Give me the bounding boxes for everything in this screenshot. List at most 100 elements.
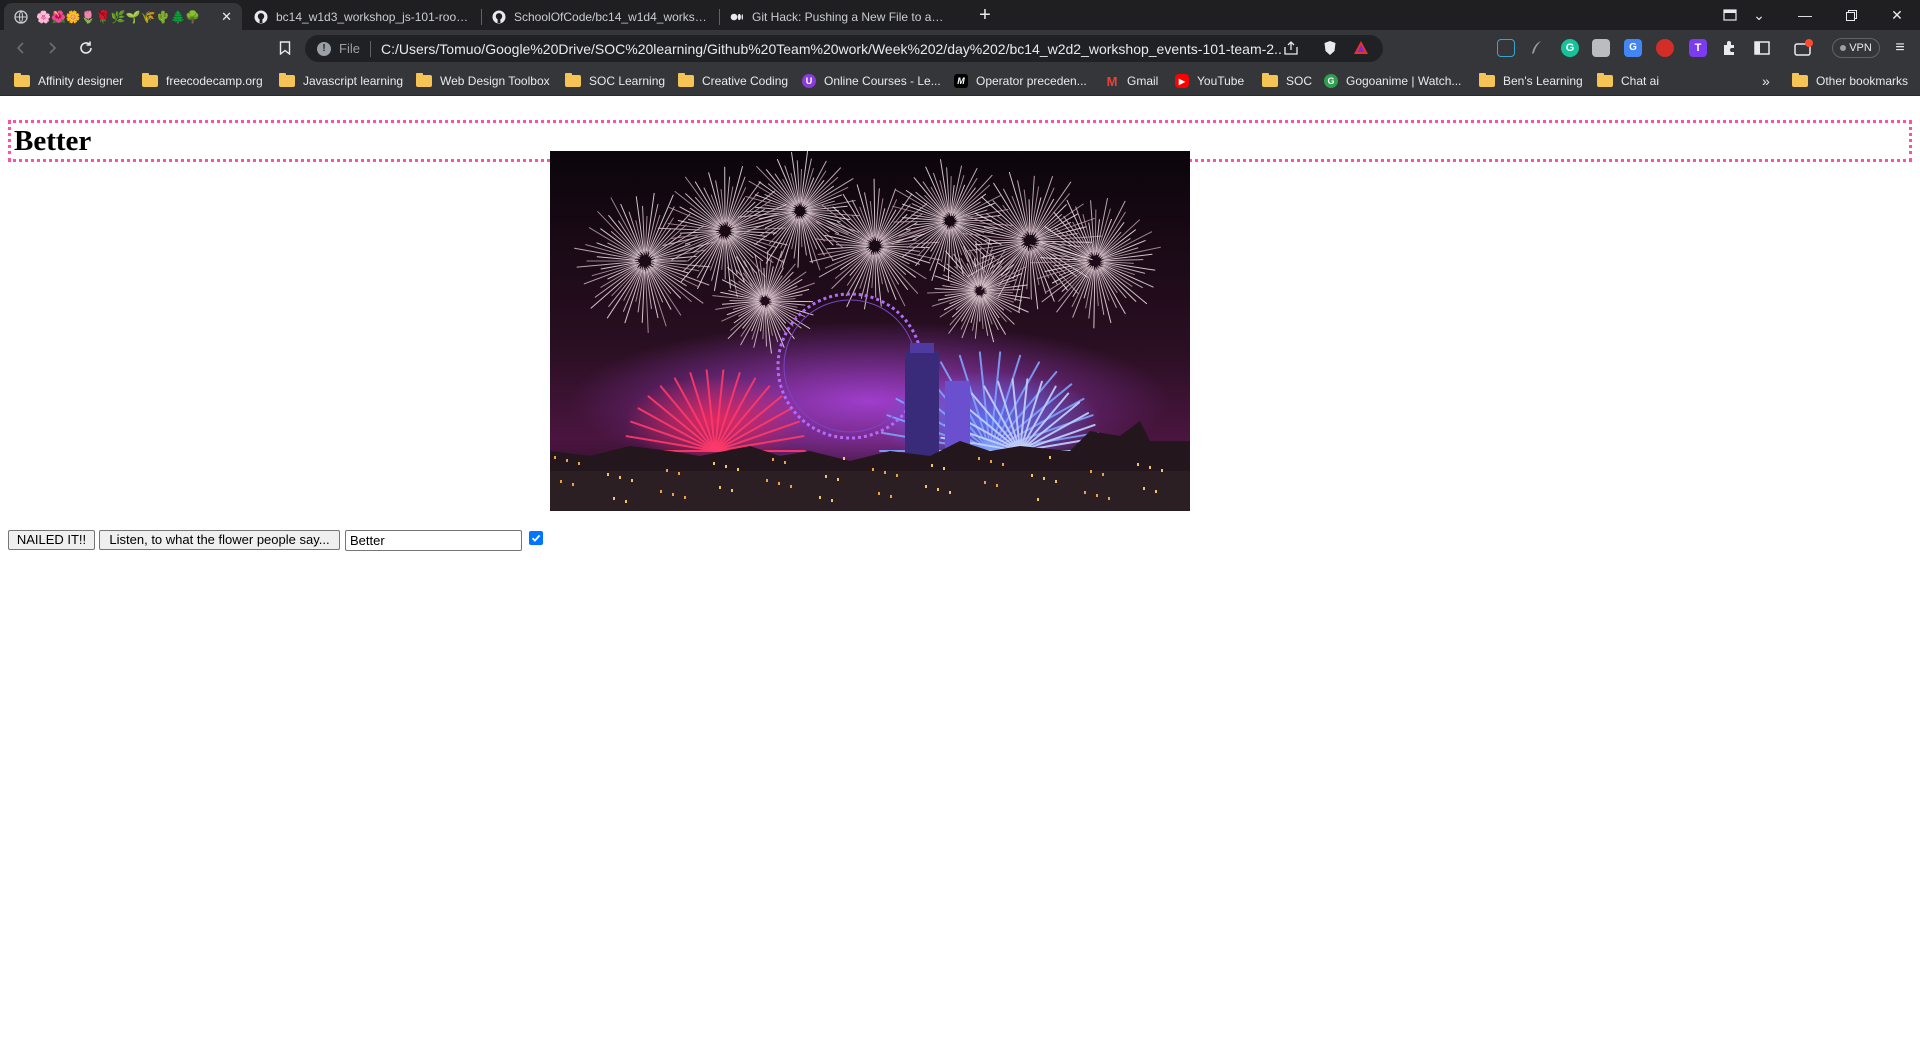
minimize-button[interactable]: — bbox=[1782, 0, 1828, 30]
bookmark-chat-ai[interactable]: Chat ai bbox=[1597, 66, 1659, 96]
github-icon bbox=[254, 10, 268, 24]
flower-people-button[interactable]: Listen, to what the flower people say... bbox=[99, 530, 340, 550]
sidebar-icon[interactable] bbox=[1753, 39, 1771, 57]
page-heading: Better bbox=[14, 125, 92, 157]
quill-extension-icon[interactable] bbox=[1528, 39, 1546, 57]
bookmark-label: SOC Learning bbox=[589, 74, 666, 88]
url-text[interactable]: C:/Users/Tomuo/Google%20Drive/SOC%20lear… bbox=[381, 41, 1281, 57]
bookmark-label: Other bookmarks bbox=[1816, 74, 1909, 88]
lastpass-icon[interactable] bbox=[1656, 39, 1674, 57]
google-translate-icon[interactable]: G bbox=[1624, 39, 1642, 57]
youtube-icon: ▶ bbox=[1175, 74, 1189, 88]
tab-github-2[interactable]: SchoolOfCode/bc14_w1d4_workshop_.. bbox=[482, 3, 718, 30]
gogoanime-icon: G bbox=[1324, 74, 1338, 88]
tab-medium[interactable]: Git Hack: Pushing a New File to an Exi.. bbox=[720, 3, 960, 30]
notion-web-clipper-icon[interactable] bbox=[1497, 39, 1515, 57]
folder-icon bbox=[565, 73, 581, 87]
github-icon bbox=[492, 10, 506, 24]
restore-button[interactable] bbox=[1828, 0, 1874, 30]
folder-icon bbox=[279, 73, 295, 87]
bookmark-online-courses[interactable]: U Online Courses - Le... bbox=[802, 66, 941, 96]
tab-title: Git Hack: Pushing a New File to an Exi.. bbox=[752, 9, 950, 24]
bookmark-bens-learning[interactable]: Ben's Learning bbox=[1479, 66, 1583, 96]
bookmark-label: Affinity designer bbox=[38, 74, 124, 88]
close-window-button[interactable]: ✕ bbox=[1874, 0, 1920, 30]
overflow-chevron-icon: » bbox=[1762, 73, 1770, 89]
vpn-status-icon bbox=[1840, 45, 1847, 51]
bookmark-freecodecamp[interactable]: freecodecamp.org bbox=[142, 66, 263, 96]
bookmarks-bar: Affinity designer freecodecamp.org Javas… bbox=[0, 66, 1920, 96]
extensions-puzzle-icon[interactable] bbox=[1720, 39, 1738, 57]
page-viewport: Better NAILED IT!! Listen, to what the f… bbox=[0, 97, 1920, 1050]
close-icon[interactable]: ✕ bbox=[221, 9, 232, 25]
udemy-icon: U bbox=[802, 74, 816, 88]
other-bookmarks[interactable]: Other bookmarks bbox=[1792, 66, 1908, 96]
folder-icon bbox=[1792, 73, 1808, 87]
bookmark-label: Javascript learning bbox=[303, 74, 404, 88]
mdn-icon: M bbox=[954, 74, 968, 88]
folder-icon bbox=[142, 73, 158, 87]
vpn-button[interactable]: VPN bbox=[1832, 38, 1880, 58]
extension-square-icon[interactable] bbox=[1592, 39, 1610, 57]
checkbox[interactable] bbox=[529, 531, 543, 545]
bookmark-javascript-learning[interactable]: Javascript learning bbox=[279, 66, 403, 96]
tab-title: 🌸🌺🌼🌷🌹🌿🌱🌾🌵🌲🌳 bbox=[36, 9, 201, 24]
tab-title: bc14_w1d3_workshop_js-101-room-4.. bbox=[276, 9, 470, 24]
tab-active[interactable]: 🌸🌺🌼🌷🌹🌿🌱🌾🌵🌲🌳 ✕ bbox=[4, 3, 242, 30]
reload-button[interactable] bbox=[74, 36, 98, 60]
address-bar[interactable]: ! File C:/Users/Tomuo/Google%20Drive/SOC… bbox=[305, 35, 1383, 62]
nailed-it-button[interactable]: NAILED IT!! bbox=[8, 530, 95, 550]
bookmark-youtube[interactable]: ▶ YouTube bbox=[1175, 66, 1244, 96]
tab-github-1[interactable]: bc14_w1d3_workshop_js-101-room-4.. bbox=[244, 3, 480, 30]
bookmark-star-icon[interactable] bbox=[273, 36, 297, 60]
folder-icon bbox=[416, 73, 432, 87]
folder-icon bbox=[1262, 73, 1278, 87]
bookmark-operator-precedence[interactable]: M Operator preceden... bbox=[954, 66, 1087, 96]
bookmark-label: Creative Coding bbox=[702, 74, 789, 88]
bookmark-label: Operator preceden... bbox=[976, 74, 1087, 88]
folder-icon bbox=[1479, 73, 1495, 87]
gmail-icon: M bbox=[1106, 73, 1118, 89]
brave-shield-icon[interactable] bbox=[1323, 40, 1337, 59]
folder-icon bbox=[1597, 73, 1613, 87]
wallet-icon[interactable] bbox=[1793, 39, 1813, 57]
back-button[interactable] bbox=[9, 36, 33, 60]
address-separator bbox=[369, 40, 371, 57]
bookmarks-overflow-button[interactable]: » bbox=[1762, 66, 1770, 96]
folder-icon bbox=[678, 73, 694, 87]
forward-button[interactable] bbox=[40, 36, 64, 60]
bookmark-label: Gmail bbox=[1127, 74, 1159, 88]
globe-icon bbox=[14, 9, 28, 24]
text-input[interactable] bbox=[345, 530, 522, 551]
bookmark-gmail[interactable]: M Gmail bbox=[1105, 66, 1159, 96]
bookmark-web-design-toolbox[interactable]: Web Design Toolbox bbox=[416, 66, 550, 96]
tab-title: SchoolOfCode/bc14_w1d4_workshop_.. bbox=[514, 9, 708, 24]
bookmark-label: Online Courses - Le... bbox=[824, 74, 941, 88]
share-icon[interactable] bbox=[1283, 41, 1299, 58]
browser-toolbar: ! File C:/Users/Tomuo/Google%20Drive/SOC… bbox=[0, 30, 1920, 66]
folder-icon bbox=[14, 73, 30, 87]
bookmark-gogoanime[interactable]: G Gogoanime | Watch... bbox=[1324, 66, 1461, 96]
site-info-icon[interactable]: ! bbox=[317, 41, 331, 56]
bookmark-label: Gogoanime | Watch... bbox=[1346, 74, 1462, 88]
bookmark-label: YouTube bbox=[1197, 74, 1245, 88]
brave-rewards-icon[interactable] bbox=[1353, 40, 1369, 59]
menu-icon[interactable]: ≡ bbox=[1891, 39, 1909, 57]
checkmark-icon bbox=[531, 534, 541, 542]
bookmark-label: Ben's Learning bbox=[1503, 74, 1583, 88]
tab-list-chevron-icon[interactable]: ⌄ bbox=[1736, 0, 1782, 30]
fireworks-image bbox=[550, 151, 1190, 511]
bookmark-affinity-designer[interactable]: Affinity designer bbox=[14, 66, 123, 96]
bookmark-label: Chat ai bbox=[1621, 74, 1660, 88]
bookmark-creative-coding[interactable]: Creative Coding bbox=[678, 66, 788, 96]
bookmark-label: Web Design Toolbox bbox=[440, 74, 550, 88]
bookmark-soc-learning[interactable]: SOC Learning bbox=[565, 66, 665, 96]
bookmark-label: SOC bbox=[1286, 74, 1313, 88]
bookmark-soc[interactable]: SOC bbox=[1262, 66, 1312, 96]
scheme-label: File bbox=[339, 41, 360, 56]
toggl-icon[interactable]: T bbox=[1689, 39, 1707, 57]
new-tab-button[interactable]: + bbox=[973, 3, 997, 27]
bookmark-label: freecodecamp.org bbox=[166, 74, 263, 88]
medium-icon bbox=[730, 10, 744, 24]
grammarly-icon[interactable]: G bbox=[1561, 39, 1579, 57]
